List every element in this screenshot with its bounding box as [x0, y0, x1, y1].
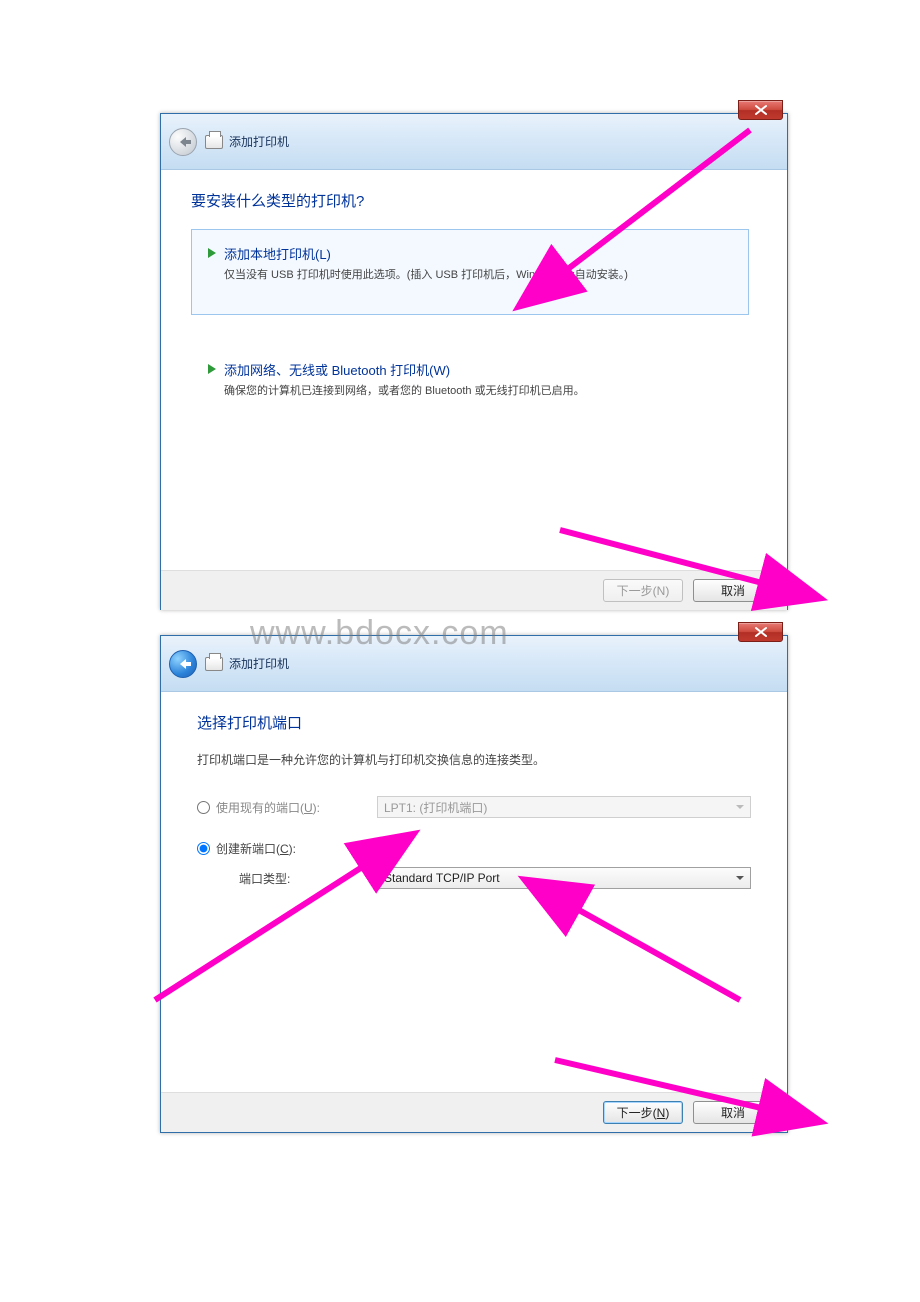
window-title: 添加打印机	[229, 133, 289, 150]
option-network-title: 添加网络、无线或 Bluetooth 打印机(W)	[224, 360, 585, 379]
radio-create-new-label: 创建新端口(C):	[216, 840, 296, 857]
back-button	[169, 128, 197, 156]
option-network-desc: 确保您的计算机已连接到网络，或者您的 Bluetooth 或无线打印机已启用。	[224, 383, 585, 400]
radio-use-existing-label: 使用现有的端口(U):	[216, 799, 320, 816]
radio-use-existing-port[interactable]: 使用现有的端口(U):	[197, 799, 377, 816]
chevron-down-icon	[736, 805, 744, 809]
page-heading: 选择打印机端口	[197, 712, 751, 733]
option-add-local-printer[interactable]: 添加本地打印机(L) 仅当没有 USB 打印机时使用此选项。(插入 USB 打印…	[191, 229, 749, 315]
existing-port-select: LPT1: (打印机端口)	[377, 796, 751, 818]
arrow-icon	[208, 248, 216, 258]
titlebar: 添加打印机	[161, 114, 787, 170]
window-title: 添加打印机	[229, 655, 289, 672]
chevron-down-icon	[736, 876, 744, 880]
cancel-button[interactable]: 取消	[693, 1101, 773, 1124]
port-type-value: Standard TCP/IP Port	[384, 871, 500, 885]
wizard-body: 要安装什么类型的打印机? 添加本地打印机(L) 仅当没有 USB 打印机时使用此…	[161, 170, 787, 570]
port-type-label: 端口类型:	[197, 870, 377, 887]
radio-create-new-input[interactable]	[197, 842, 210, 855]
next-button[interactable]: 下一步(N)	[603, 1101, 683, 1124]
help-text: 打印机端口是一种允许您的计算机与打印机交换信息的连接类型。	[197, 751, 751, 768]
cancel-button[interactable]: 取消	[693, 579, 773, 602]
printer-icon	[205, 135, 223, 149]
next-button: 下一步(N)	[603, 579, 683, 602]
option-add-network-printer[interactable]: 添加网络、无线或 Bluetooth 打印机(W) 确保您的计算机已连接到网络，…	[191, 345, 749, 431]
add-printer-wizard-step-type: 添加打印机 要安装什么类型的打印机? 添加本地打印机(L) 仅当没有 USB 打…	[160, 113, 788, 610]
arrow-icon	[208, 364, 216, 374]
radio-use-existing-input[interactable]	[197, 801, 210, 814]
titlebar: 添加打印机	[161, 636, 787, 692]
button-bar: 下一步(N) 取消	[161, 570, 787, 610]
port-type-select[interactable]: Standard TCP/IP Port	[377, 867, 751, 889]
printer-icon	[205, 657, 223, 671]
existing-port-value: LPT1: (打印机端口)	[384, 799, 487, 816]
back-button[interactable]	[169, 650, 197, 678]
page-heading: 要安装什么类型的打印机?	[191, 190, 757, 211]
close-button[interactable]	[738, 622, 783, 642]
option-local-title: 添加本地打印机(L)	[224, 244, 628, 263]
radio-create-new-port[interactable]: 创建新端口(C):	[197, 840, 377, 857]
option-local-desc: 仅当没有 USB 打印机时使用此选项。(插入 USB 打印机后，Windows …	[224, 267, 628, 284]
add-printer-wizard-step-port: 添加打印机 选择打印机端口 打印机端口是一种允许您的计算机与打印机交换信息的连接…	[160, 635, 788, 1133]
button-bar: 下一步(N) 取消	[161, 1092, 787, 1132]
close-button[interactable]	[738, 100, 783, 120]
wizard-body: 选择打印机端口 打印机端口是一种允许您的计算机与打印机交换信息的连接类型。 使用…	[161, 692, 787, 1092]
